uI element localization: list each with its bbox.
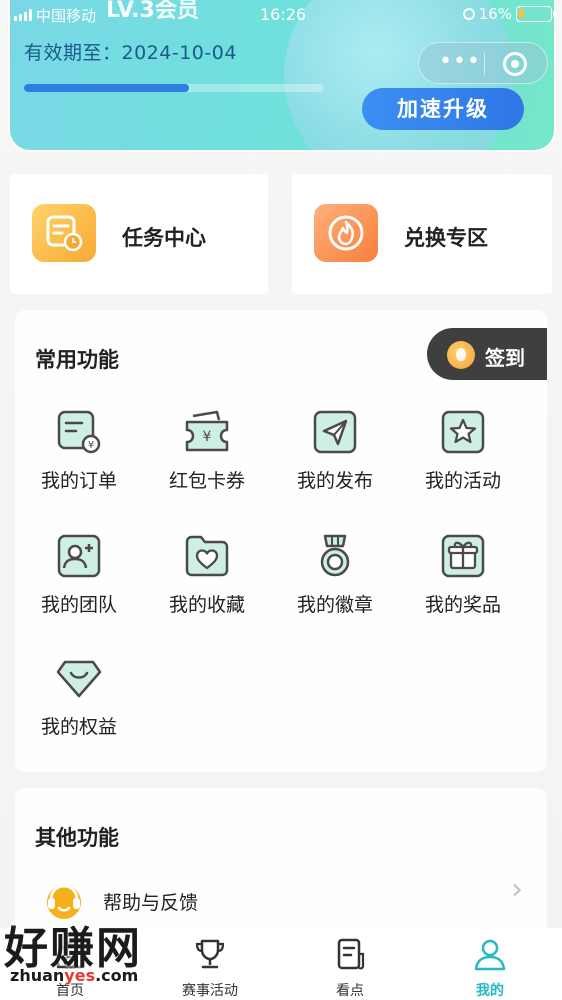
tab-label: 赛事活动 xyxy=(182,983,238,999)
coupon-icon: ¥ xyxy=(185,410,229,452)
func-my-activities[interactable]: 我的活动 xyxy=(399,408,527,518)
exchange-zone-label: 兑换专区 xyxy=(404,226,488,250)
rights-icon xyxy=(56,660,102,698)
help-feedback-label: 帮助与反馈 xyxy=(103,892,199,914)
func-label: 我的订单 xyxy=(40,470,117,492)
battery-area: 16% xyxy=(462,5,554,23)
prize-icon xyxy=(441,534,485,578)
status-bar: 中国移动 16:26 16% xyxy=(10,0,554,30)
battery-icon xyxy=(516,6,554,22)
func-coupons[interactable]: ¥ 红包卡券 xyxy=(143,408,271,518)
func-my-posts[interactable]: 我的发布 xyxy=(271,408,399,518)
battery-percent: 16% xyxy=(478,5,512,23)
checkin-label: 签到 xyxy=(485,346,525,370)
tab-label: 看点 xyxy=(336,983,364,999)
profile-icon xyxy=(474,939,506,971)
trophy-icon xyxy=(195,939,225,969)
article-icon xyxy=(337,938,365,970)
publish-icon xyxy=(313,410,357,454)
func-label: 红包卡券 xyxy=(168,470,245,492)
func-label: 我的权益 xyxy=(40,716,117,738)
upgrade-button[interactable]: 加速升级 xyxy=(362,88,524,130)
activity-icon xyxy=(441,410,485,454)
task-icon xyxy=(32,204,96,262)
func-label: 我的徽章 xyxy=(296,594,373,616)
func-my-rights[interactable]: 我的权益 xyxy=(15,654,143,764)
expiry-date: 有效期至：2024-10-04 xyxy=(24,42,237,64)
func-favorites[interactable]: 我的收藏 xyxy=(143,532,271,642)
level-progress-bar xyxy=(24,84,324,92)
func-my-orders[interactable]: ¥ 我的订单 xyxy=(15,408,143,518)
vip-card: LV.3会员 中国移动 16:26 16% 有效期至：2024-10-04 ••… xyxy=(8,0,556,152)
tab-home[interactable]: 首页 xyxy=(20,934,120,1000)
svg-text:¥: ¥ xyxy=(203,429,212,445)
common-functions-panel: 常用功能 签到 ¥ 我的订单 ¥ 红包卡券 我的发布 我的活动 我的团队 我的收… xyxy=(15,310,547,772)
miniapp-capsule[interactable]: ••• xyxy=(418,42,548,84)
common-functions-title: 常用功能 xyxy=(35,348,119,372)
func-label: 我的团队 xyxy=(40,594,117,616)
order-icon: ¥ xyxy=(57,410,101,454)
headset-icon xyxy=(47,884,81,919)
level-progress-fill xyxy=(24,84,189,92)
checkin-button[interactable]: 签到 xyxy=(427,328,547,380)
tab-events[interactable]: 赛事活动 xyxy=(160,934,260,1000)
task-center-card[interactable]: 任务中心 xyxy=(10,174,268,294)
func-label: 我的发布 xyxy=(296,470,373,492)
svg-text:¥: ¥ xyxy=(88,440,94,451)
flame-icon xyxy=(314,204,378,262)
func-label: 我的奖品 xyxy=(424,594,501,616)
func-prizes[interactable]: 我的奖品 xyxy=(399,532,527,642)
other-functions-title: 其他功能 xyxy=(35,826,119,850)
rotation-lock-icon xyxy=(462,8,475,20)
close-miniapp-icon[interactable] xyxy=(503,52,527,76)
chevron-right-icon: › xyxy=(511,872,523,907)
status-time: 16:26 xyxy=(260,5,307,24)
team-icon xyxy=(57,534,101,578)
checkin-coin-icon xyxy=(447,341,475,369)
other-functions-panel: 其他功能 帮助与反馈 › xyxy=(15,788,547,948)
favorite-icon xyxy=(185,535,229,577)
tab-mine[interactable]: 我的 xyxy=(440,934,540,1000)
tab-label: 首页 xyxy=(56,983,84,999)
help-feedback-row[interactable]: 帮助与反馈 › xyxy=(15,872,547,928)
home-icon xyxy=(56,940,84,969)
func-my-team[interactable]: 我的团队 xyxy=(15,532,143,642)
signal-icon xyxy=(14,9,32,21)
task-center-label: 任务中心 xyxy=(122,226,206,250)
func-badges[interactable]: 我的徽章 xyxy=(271,532,399,642)
tab-highlights[interactable]: 看点 xyxy=(300,934,400,1000)
func-label: 我的活动 xyxy=(424,470,501,492)
tab-label: 我的 xyxy=(476,983,504,999)
bottom-tab-bar: 首页 赛事活动 看点 我的 xyxy=(0,928,562,1000)
carrier-name: 中国移动 xyxy=(36,7,97,25)
more-icon[interactable]: ••• xyxy=(439,51,481,73)
func-label: 我的收藏 xyxy=(168,594,245,616)
badge-icon xyxy=(320,534,350,577)
exchange-zone-card[interactable]: 兑换专区 xyxy=(292,174,552,294)
